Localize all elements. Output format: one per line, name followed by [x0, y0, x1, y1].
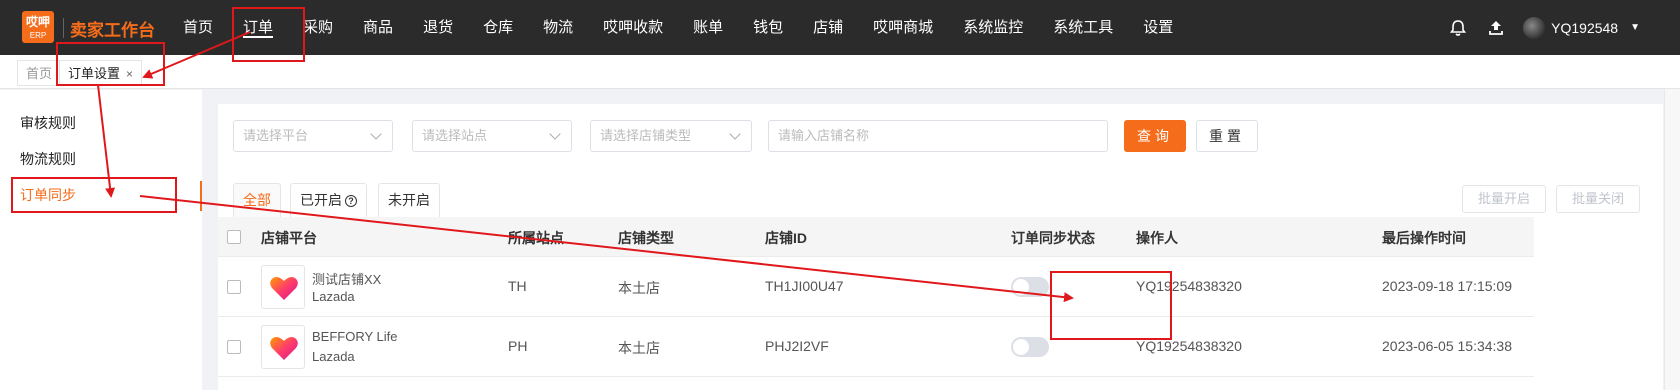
page-tab-label: 订单设置 [68, 66, 121, 81]
tab-disabled[interactable]: 未开启 [378, 183, 440, 217]
row-checkbox[interactable] [227, 340, 241, 354]
nav-item-monitor[interactable]: 系统监控 [948, 0, 1038, 55]
nav-item-bills[interactable]: 账单 [678, 0, 738, 55]
sidebar-item-logistics-rules[interactable]: 物流规则 [20, 149, 76, 169]
logo-subtext: ERP [29, 31, 47, 40]
nav-item-settings[interactable]: 设置 [1128, 0, 1188, 55]
tab-label: 全部 [243, 192, 271, 208]
user-menu[interactable]: YQ192548 ▼ [1515, 16, 1680, 39]
query-button[interactable]: 查询 [1124, 120, 1186, 152]
table-header: 店铺平台 所属站点 店铺类型 店铺ID 订单同步状态 操作人 最后操作时间 [218, 217, 1534, 257]
col-last-time: 最后操作时间 [1382, 230, 1466, 246]
toggle-knob [1013, 339, 1029, 355]
upload-icon[interactable] [1477, 0, 1515, 55]
col-operator: 操作人 [1136, 230, 1178, 246]
nav-item-stores[interactable]: 店铺 [798, 0, 858, 55]
batch-enable-button[interactable]: 批量开启 [1462, 185, 1546, 213]
page-tabs-bar: 首页 订单设置 × [0, 55, 1680, 89]
nav-item-logistics[interactable]: 物流 [528, 0, 588, 55]
page-tab-order-settings[interactable]: 订单设置 × [59, 60, 143, 86]
nav-item-warehouse[interactable]: 仓库 [468, 0, 528, 55]
page-tab-home[interactable]: 首页 [17, 60, 62, 86]
store-name: BEFFORY Life [312, 329, 398, 344]
chevron-down-icon [549, 128, 561, 140]
header-actions: YQ192548 ▼ [1439, 0, 1680, 55]
store-name-input[interactable]: 请输入店铺名称 [768, 120, 1108, 152]
app-title: 卖家工作台 [70, 21, 155, 40]
tab-all[interactable]: 全部 [233, 183, 281, 217]
username: YQ192548 [1551, 19, 1619, 36]
tab-label: 未开启 [388, 192, 430, 208]
tab-enabled[interactable]: 已开启? [290, 183, 367, 217]
last-operation-time: 2023-06-05 15:34:38 [1382, 338, 1512, 354]
app-logo[interactable]: 哎呷 ERP [22, 11, 54, 43]
store-site: TH [508, 278, 527, 294]
sidebar-active-indicator [200, 181, 202, 211]
select-all-checkbox[interactable] [227, 230, 241, 244]
table-row: 测试店铺XX Lazada TH 本土店 TH1JI00U47 YQ192548… [218, 257, 1534, 317]
col-store-id: 店铺ID [765, 230, 807, 246]
col-site: 所属站点 [508, 230, 564, 246]
nav-item-purchase[interactable]: 采购 [288, 0, 348, 55]
nav-item-orders[interactable]: 订单 [228, 0, 288, 55]
row-checkbox[interactable] [227, 280, 241, 294]
nav-item-payments[interactable]: 哎呷收款 [588, 0, 678, 55]
operator: YQ19254838320 [1136, 338, 1242, 354]
nav-item-returns[interactable]: 退货 [408, 0, 468, 55]
platform-select[interactable]: 请选择平台 [233, 120, 393, 152]
notification-icon[interactable] [1439, 0, 1477, 55]
chevron-down-icon [729, 128, 741, 140]
operator: YQ19254838320 [1136, 278, 1242, 294]
nav-item-mall[interactable]: 哎呷商城 [858, 0, 948, 55]
store-site: PH [508, 338, 528, 354]
order-sync-toggle[interactable] [1011, 337, 1049, 357]
lazada-logo-icon [261, 265, 305, 309]
chevron-down-icon [370, 128, 382, 140]
page-scrollbar[interactable] [1664, 89, 1680, 390]
question-circle-icon[interactable]: ? [345, 195, 357, 207]
caret-down-icon: ▼ [1630, 22, 1640, 33]
brand-divider [63, 18, 64, 38]
site-select[interactable]: 请选择站点 [412, 120, 572, 152]
store-name: 测试店铺XX [312, 272, 382, 287]
store-name-placeholder: 请输入店铺名称 [778, 128, 870, 143]
main-nav: 首页 订单 采购 商品 退货 仓库 物流 哎呷收款 账单 钱包 店铺 哎呷商城 … [168, 0, 1188, 55]
batch-disable-button[interactable]: 批量关闭 [1556, 185, 1640, 213]
col-store-type: 店铺类型 [618, 230, 674, 246]
nav-item-home[interactable]: 首页 [168, 0, 228, 55]
col-store-platform: 店铺平台 [261, 230, 317, 246]
order-sync-toggle[interactable] [1011, 277, 1049, 297]
store-id: TH1JI00U47 [765, 278, 844, 294]
sidebar-item-order-sync[interactable]: 订单同步 [20, 185, 76, 205]
nav-item-tools[interactable]: 系统工具 [1038, 0, 1128, 55]
toggle-knob [1013, 279, 1029, 295]
avatar [1523, 16, 1546, 39]
nav-item-products[interactable]: 商品 [348, 0, 408, 55]
store-platform: Lazada [312, 289, 355, 304]
logo-text: 哎呷 [25, 15, 50, 29]
platform-select-placeholder: 请选择平台 [243, 128, 309, 143]
page-tab-label: 首页 [26, 66, 53, 81]
close-icon[interactable]: × [126, 67, 133, 81]
store-platform: Lazada [312, 349, 355, 364]
top-navbar: 哎呷 ERP 卖家工作台 首页 订单 采购 商品 退货 仓库 物流 哎呷收款 账… [0, 0, 1680, 55]
reset-button[interactable]: 重置 [1196, 120, 1258, 152]
store-type: 本土店 [618, 280, 660, 296]
last-operation-time: 2023-09-18 17:15:09 [1382, 278, 1512, 294]
sidebar-item-review-rules[interactable]: 审核规则 [20, 113, 76, 133]
store-type: 本土店 [618, 340, 660, 356]
lazada-logo-icon [261, 325, 305, 369]
tab-label: 已开启 [300, 192, 342, 208]
store-id: PHJ2I2VF [765, 338, 829, 354]
settings-sidebar: 审核规则 物流规则 订单同步 [0, 90, 202, 390]
col-sync-status: 订单同步状态 [1011, 230, 1095, 246]
main-panel: 请选择平台 请选择站点 请选择店铺类型 请输入店铺名称 查询 重置 全部 已开启… [218, 104, 1663, 390]
store-type-select-placeholder: 请选择店铺类型 [600, 128, 692, 143]
nav-item-wallet[interactable]: 钱包 [738, 0, 798, 55]
store-type-select[interactable]: 请选择店铺类型 [590, 120, 752, 152]
site-select-placeholder: 请选择站点 [422, 128, 488, 143]
table-row: BEFFORY Life Lazada PH 本土店 PHJ2I2VF YQ19… [218, 317, 1534, 377]
